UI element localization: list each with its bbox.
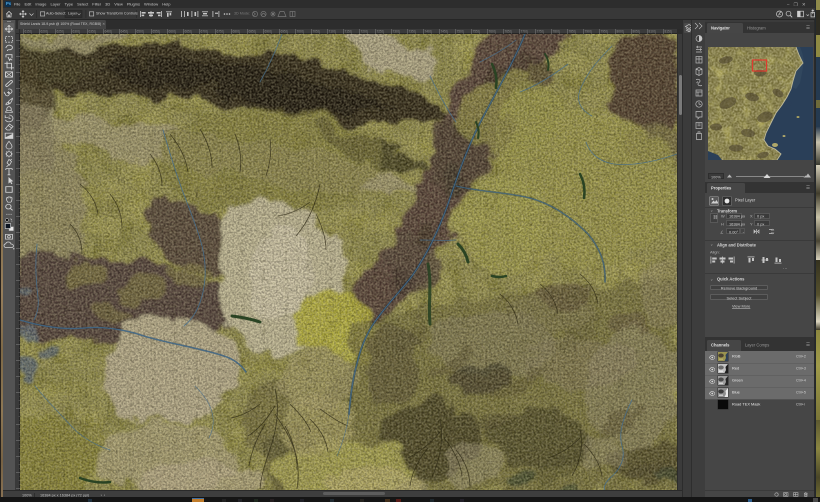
svg-text:6800: 6800 [233,29,240,33]
svg-text:6300: 6300 [73,29,80,33]
svg-text:6150: 6150 [25,29,32,33]
svg-text:6850: 6850 [249,29,256,33]
svg-text:7400: 7400 [425,29,432,33]
svg-text:6650: 6650 [185,29,192,33]
svg-text:6550: 6550 [153,29,160,33]
svg-text:7300: 7300 [393,29,400,33]
svg-text:7100: 7100 [329,29,336,33]
svg-text:6200: 6200 [41,29,48,33]
svg-text:8100: 8100 [649,29,656,33]
svg-text:7350: 7350 [409,29,416,33]
svg-text:7150: 7150 [345,29,352,33]
svg-text:6700: 6700 [201,29,208,33]
svg-text:6400: 6400 [105,29,112,33]
svg-text:6250: 6250 [57,29,64,33]
svg-text:7450: 7450 [441,29,448,33]
svg-text:8000: 8000 [617,29,624,33]
svg-text:7250: 7250 [377,29,384,33]
svg-text:7600: 7600 [489,29,496,33]
svg-text:7550: 7550 [473,29,480,33]
svg-text:8050: 8050 [633,29,640,33]
svg-text:7900: 7900 [585,29,592,33]
svg-text:6900: 6900 [265,29,272,33]
svg-text:6600: 6600 [169,29,176,33]
svg-text:6750: 6750 [217,29,224,33]
svg-text:7850: 7850 [569,29,576,33]
svg-text:7000: 7000 [297,29,304,33]
svg-text:6950: 6950 [281,29,288,33]
svg-text:7650: 7650 [505,29,512,33]
svg-text:6450: 6450 [121,29,128,33]
svg-text:6500: 6500 [137,29,144,33]
svg-text:6350: 6350 [89,29,96,33]
svg-text:7950: 7950 [601,29,608,33]
svg-text:7750: 7750 [537,29,544,33]
svg-text:7200: 7200 [361,29,368,33]
svg-text:7500: 7500 [457,29,464,33]
svg-text:8150: 8150 [665,29,672,33]
svg-text:7700: 7700 [521,29,528,33]
svg-text:7800: 7800 [553,29,560,33]
svg-text:7050: 7050 [313,29,320,33]
